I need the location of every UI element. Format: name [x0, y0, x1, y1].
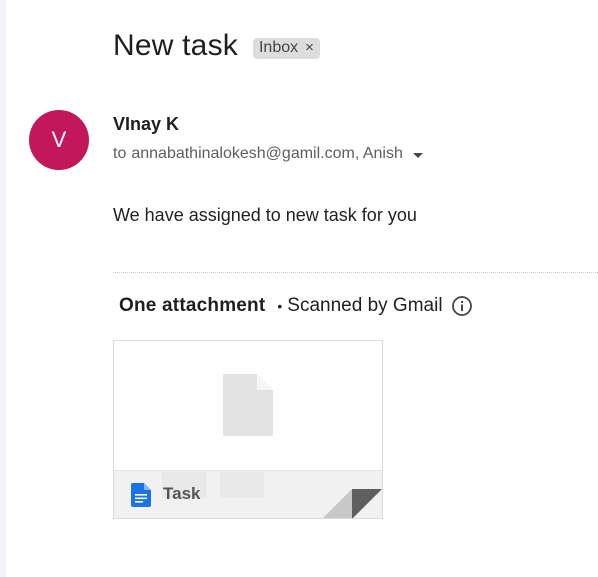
- recipients-list: annabathinalokesh@gamil.com, Anish: [131, 145, 403, 162]
- inbox-label-chip[interactable]: Inbox ×: [252, 37, 320, 59]
- save-to-drive-button[interactable]: [220, 472, 264, 498]
- left-panel-edge: [0, 0, 6, 577]
- scan-note: Scanned by Gmail: [287, 295, 443, 316]
- attachment-count: One attachment: [119, 295, 266, 316]
- avatar-letter: V: [51, 127, 67, 152]
- attachment-preview: [114, 341, 382, 470]
- caret-down-icon[interactable]: [412, 152, 423, 158]
- sender-avatar[interactable]: V: [29, 110, 89, 170]
- attachments-divider: [113, 272, 598, 273]
- close-icon[interactable]: ×: [305, 39, 314, 56]
- email-body: We have assigned to new task for you: [113, 205, 417, 225]
- recipients-line: to annabathinalokesh@gamil.com, Anish: [113, 145, 423, 163]
- recipients-prefix: to: [113, 145, 127, 162]
- document-icon: [223, 374, 273, 436]
- subject-row: New task Inbox ×: [113, 28, 320, 64]
- sender-name[interactable]: VInay K: [113, 114, 179, 135]
- header-separator: •: [277, 298, 283, 314]
- info-icon[interactable]: [451, 295, 473, 317]
- email-subject: New task: [113, 29, 238, 62]
- page-curl-icon: [323, 489, 382, 518]
- attachments-header: One attachment • Scanned by Gmail: [119, 295, 473, 317]
- google-docs-icon: [131, 483, 151, 507]
- attachment-card[interactable]: Task: [113, 340, 383, 519]
- label-chip-text: Inbox: [258, 38, 299, 56]
- attachment-file-name[interactable]: Task: [163, 484, 201, 504]
